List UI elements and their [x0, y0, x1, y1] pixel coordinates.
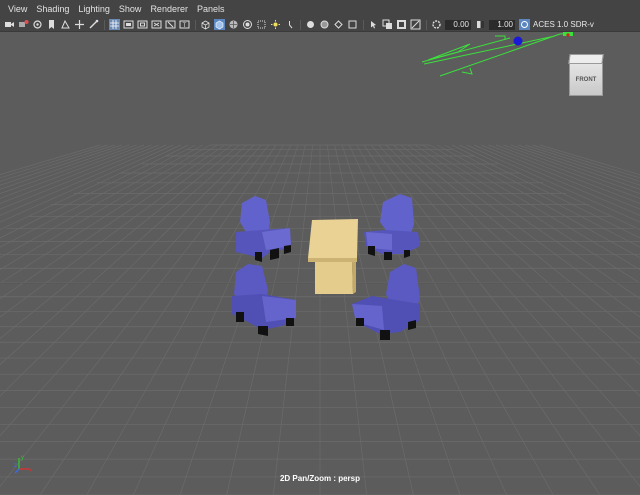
axis-indicator: y x z [14, 455, 32, 474]
exposure-icon[interactable] [431, 19, 442, 30]
resolution-gate-icon[interactable] [88, 19, 99, 30]
menu-lighting[interactable]: Lighting [78, 4, 110, 14]
view-cube[interactable]: FRONT [568, 54, 604, 96]
hud-icon[interactable] [396, 19, 407, 30]
safe-title-icon[interactable] [151, 19, 162, 30]
lights-icon[interactable] [228, 19, 239, 30]
color-management-icon[interactable] [519, 19, 530, 30]
exposure-field[interactable]: 0.00 [445, 19, 471, 30]
toolbar-separator [195, 19, 196, 30]
svg-text:T: T [183, 23, 187, 29]
directional-light[interactable] [421, 32, 573, 77]
gamma-field[interactable]: 1.00 [489, 19, 515, 30]
textured-icon[interactable] [214, 19, 225, 30]
xray-joints-icon[interactable] [333, 19, 344, 30]
toolbar-separator [426, 19, 427, 30]
chair-back-right[interactable] [364, 194, 420, 260]
default-material-icon[interactable] [200, 19, 211, 30]
panel-toolbar: T 0.00 1.00 ACES 1.0 SDR-v [0, 18, 640, 32]
chair-front-left[interactable] [232, 264, 296, 336]
panel-menu-bar: View Shading Lighting Show Renderer Pane… [0, 0, 640, 18]
toolbar-separator [363, 19, 364, 30]
gate-mask-icon[interactable] [109, 19, 120, 30]
isolate-icon[interactable] [305, 19, 316, 30]
xray-icon[interactable] [319, 19, 330, 30]
ambient-occlusion-icon[interactable] [256, 19, 267, 30]
smooth-shade-icon[interactable]: T [179, 19, 190, 30]
safe-action-icon[interactable] [137, 19, 148, 30]
bookmark-icon[interactable] [32, 19, 43, 30]
film-gate-icon[interactable] [74, 19, 85, 30]
image-plane-icon[interactable] [46, 19, 57, 30]
axis-label-z: z [14, 463, 17, 469]
layout-icon[interactable] [382, 19, 393, 30]
light-locator[interactable] [513, 36, 523, 46]
gamma-icon[interactable] [475, 19, 486, 30]
ground-grid [0, 144, 640, 495]
menu-panels[interactable]: Panels [197, 4, 225, 14]
toolbar-separator [300, 19, 301, 30]
menu-renderer[interactable]: Renderer [150, 4, 188, 14]
shadows-icon[interactable] [242, 19, 253, 30]
chair-back-left[interactable] [236, 196, 291, 262]
anti-alias-icon[interactable] [284, 19, 295, 30]
camera-icon[interactable] [4, 19, 15, 30]
menu-shading[interactable]: Shading [36, 4, 69, 14]
scene-canvas[interactable] [0, 32, 640, 495]
table-mesh[interactable] [308, 219, 358, 294]
view-cube-front-face[interactable]: FRONT [569, 63, 603, 96]
ruler-icon[interactable] [410, 19, 421, 30]
field-chart-icon[interactable] [123, 19, 134, 30]
light-marker-dot [566, 33, 570, 37]
select-camera-icon[interactable] [368, 19, 379, 30]
backface-icon[interactable] [347, 19, 358, 30]
menu-view[interactable]: View [8, 4, 27, 14]
wireframe-icon[interactable] [165, 19, 176, 30]
motion-blur-icon[interactable] [270, 19, 281, 30]
grid-icon[interactable] [60, 19, 71, 30]
camera-attr-icon[interactable] [18, 19, 29, 30]
camera-name-label: 2D Pan/Zoom : persp [279, 474, 360, 483]
perspective-viewport[interactable]: FRONT y x z [0, 32, 640, 495]
axis-label-y: y [21, 455, 24, 461]
menu-show[interactable]: Show [119, 4, 142, 14]
color-space-label[interactable]: ACES 1.0 SDR-v [533, 20, 594, 29]
toolbar-separator [104, 19, 105, 30]
